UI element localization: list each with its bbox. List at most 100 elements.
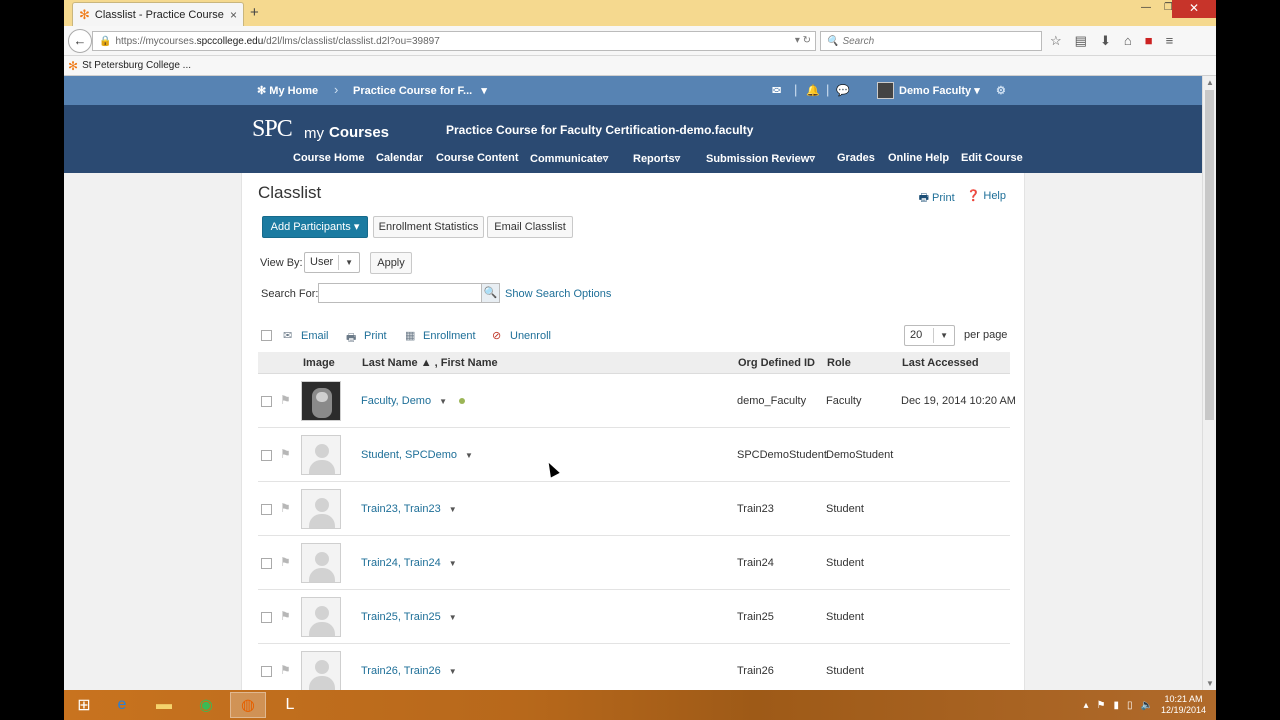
view-by-select[interactable]: User ▼ bbox=[304, 252, 360, 273]
scroll-down-icon[interactable]: ▼ bbox=[1206, 679, 1214, 688]
addon-icon[interactable]: ■ bbox=[1145, 33, 1153, 49]
settings-gear-icon[interactable]: ⚙ bbox=[996, 84, 1006, 97]
nav-calendar[interactable]: Calendar bbox=[376, 152, 423, 164]
show-hidden-icons[interactable]: ▴ bbox=[1083, 700, 1088, 711]
nav-edit-course[interactable]: Edit Course bbox=[961, 152, 1023, 164]
user-name-label: Faculty, Demo bbox=[361, 395, 432, 407]
row-checkbox[interactable] bbox=[261, 450, 272, 461]
context-menu-icon[interactable]: ▼ bbox=[449, 613, 457, 622]
menu-icon[interactable]: ≡ bbox=[1166, 33, 1174, 49]
chrome-icon[interactable]: ◉ bbox=[188, 692, 224, 718]
nav-course-content[interactable]: Course Content bbox=[436, 152, 519, 164]
col-role[interactable]: Role bbox=[827, 357, 851, 369]
apply-button[interactable]: Apply bbox=[370, 252, 412, 274]
reload-icon[interactable]: ▾ ↻ bbox=[795, 35, 811, 46]
search-input[interactable]: 🔍 Search bbox=[820, 31, 1042, 51]
flag-icon[interactable]: ⚑ bbox=[280, 555, 291, 569]
file-explorer-icon[interactable]: ▬ bbox=[146, 692, 182, 718]
context-menu-icon[interactable]: ▼ bbox=[449, 505, 457, 514]
col-last-accessed[interactable]: Last Accessed bbox=[902, 357, 979, 369]
bookmark-item[interactable]: St Petersburg College ... bbox=[82, 60, 191, 71]
enrollment-action[interactable]: Enrollment bbox=[423, 330, 476, 342]
message-alert-icon[interactable]: ✉ bbox=[772, 84, 781, 97]
battery-icon[interactable]: ▯ bbox=[1127, 700, 1133, 711]
bookmark-star-icon[interactable]: ☆ bbox=[1050, 33, 1062, 49]
tab-close-icon[interactable]: × bbox=[230, 8, 237, 22]
context-menu-icon[interactable]: ▼ bbox=[449, 559, 457, 568]
subscription-alert-icon[interactable]: 🔔 bbox=[806, 84, 820, 97]
back-button[interactable]: ← bbox=[68, 29, 92, 53]
nav-course-home[interactable]: Course Home bbox=[293, 152, 365, 164]
user-name-link[interactable]: Train23, Train23 ▼ bbox=[361, 503, 457, 515]
user-avatar[interactable] bbox=[877, 82, 894, 99]
context-menu-icon[interactable]: ▼ bbox=[439, 397, 447, 406]
email-classlist-button[interactable]: Email Classlist bbox=[487, 216, 573, 238]
nav-submission-review[interactable]: Submission Review▿ bbox=[706, 152, 815, 165]
flag-icon[interactable]: ⚑ bbox=[280, 501, 291, 515]
user-name-link[interactable]: Train25, Train25 ▼ bbox=[361, 611, 457, 623]
row-checkbox[interactable] bbox=[261, 666, 272, 677]
minimize-icon[interactable]: — bbox=[1141, 2, 1151, 16]
flag-icon[interactable]: ⚑ bbox=[280, 447, 291, 461]
row-checkbox[interactable] bbox=[261, 504, 272, 515]
classlist-panel: Classlist 🖶 Print ❓ Help Add Participants … bbox=[241, 173, 1025, 690]
window-close-icon[interactable]: ✕ bbox=[1172, 0, 1216, 18]
print-action[interactable]: Print bbox=[364, 330, 387, 342]
home-icon[interactable]: ⌂ bbox=[1124, 33, 1132, 49]
flag-icon[interactable]: ⚑ bbox=[280, 609, 291, 623]
row-checkbox[interactable] bbox=[261, 612, 272, 623]
user-menu[interactable]: Demo Faculty ▾ bbox=[899, 84, 980, 97]
network-icon[interactable]: ▮ bbox=[1113, 700, 1119, 711]
row-checkbox[interactable] bbox=[261, 558, 272, 569]
col-org-id[interactable]: Org Defined ID bbox=[738, 357, 815, 369]
per-page-select[interactable]: 20 ▼ bbox=[904, 325, 955, 346]
print-link[interactable]: 🖶 Print bbox=[919, 189, 955, 208]
avatar-head bbox=[315, 552, 329, 566]
classlist-search-input[interactable] bbox=[318, 283, 482, 303]
nav-grades[interactable]: Grades bbox=[837, 152, 875, 164]
page-scrollbar[interactable]: ▲ ▼ bbox=[1202, 76, 1216, 690]
context-menu-icon[interactable]: ▼ bbox=[465, 451, 473, 460]
user-name-link[interactable]: Student, SPCDemo ▼ bbox=[361, 449, 473, 461]
row-checkbox[interactable] bbox=[261, 396, 272, 407]
unenroll-action[interactable]: Unenroll bbox=[510, 330, 551, 342]
update-alert-icon[interactable]: 💬 bbox=[836, 84, 850, 97]
context-menu-icon[interactable]: ▼ bbox=[449, 667, 457, 676]
nav-reports[interactable]: Reports▿ bbox=[633, 152, 680, 165]
show-search-options-link[interactable]: Show Search Options bbox=[505, 288, 611, 300]
flag-icon[interactable]: ⚑ bbox=[280, 393, 291, 407]
download-icon[interactable]: ⬇ bbox=[1100, 33, 1111, 49]
col-name[interactable]: Last Name ▲ , First Name bbox=[362, 357, 498, 369]
nav-communicate[interactable]: Communicate▿ bbox=[530, 152, 608, 165]
volume-icon[interactable]: 🔈 bbox=[1141, 700, 1153, 711]
internet-explorer-icon[interactable]: e bbox=[104, 692, 140, 718]
select-divider bbox=[933, 328, 934, 343]
action-center-icon[interactable]: ⚑ bbox=[1097, 700, 1106, 711]
system-clock[interactable]: 10:21 AM 12/19/2014 bbox=[1161, 694, 1206, 716]
search-button[interactable]: 🔍 bbox=[482, 283, 500, 303]
course-selector[interactable]: Practice Course for F... ▾ bbox=[353, 84, 487, 97]
select-all-checkbox[interactable] bbox=[261, 330, 272, 341]
spc-logo[interactable]: SPC bbox=[252, 116, 293, 143]
new-tab-button[interactable]: + bbox=[250, 4, 259, 21]
lync-icon[interactable]: L bbox=[272, 692, 308, 718]
browser-tab[interactable]: ✻ Classlist - Practice Course f... × bbox=[72, 2, 244, 26]
nav-online-help[interactable]: Online Help bbox=[888, 152, 949, 164]
reading-list-icon[interactable]: ▤ bbox=[1075, 33, 1087, 49]
scroll-up-icon[interactable]: ▲ bbox=[1206, 78, 1214, 87]
my-home-link[interactable]: ✻ My Home bbox=[257, 84, 318, 97]
user-name-link[interactable]: Train26, Train26 ▼ bbox=[361, 665, 457, 677]
user-name-link[interactable]: Train24, Train24 ▼ bbox=[361, 557, 457, 569]
default-avatar-icon bbox=[301, 597, 341, 637]
enrollment-statistics-button[interactable]: Enrollment Statistics bbox=[373, 216, 484, 238]
flag-icon[interactable]: ⚑ bbox=[280, 663, 291, 677]
email-action[interactable]: Email bbox=[301, 330, 329, 342]
firefox-icon[interactable]: ◍ bbox=[230, 692, 266, 718]
url-bar[interactable]: 🔒 https://mycourses.spccollege.edu/d2l/l… bbox=[92, 31, 816, 51]
default-avatar-icon bbox=[301, 651, 341, 690]
help-link[interactable]: ❓ Help bbox=[967, 189, 1006, 208]
add-participants-button[interactable]: Add Participants ▾ bbox=[262, 216, 368, 238]
user-name-link[interactable]: Faculty, Demo ▼ bbox=[361, 395, 447, 407]
scrollbar-thumb[interactable] bbox=[1205, 90, 1214, 420]
start-icon[interactable]: ⊞ bbox=[66, 692, 102, 718]
